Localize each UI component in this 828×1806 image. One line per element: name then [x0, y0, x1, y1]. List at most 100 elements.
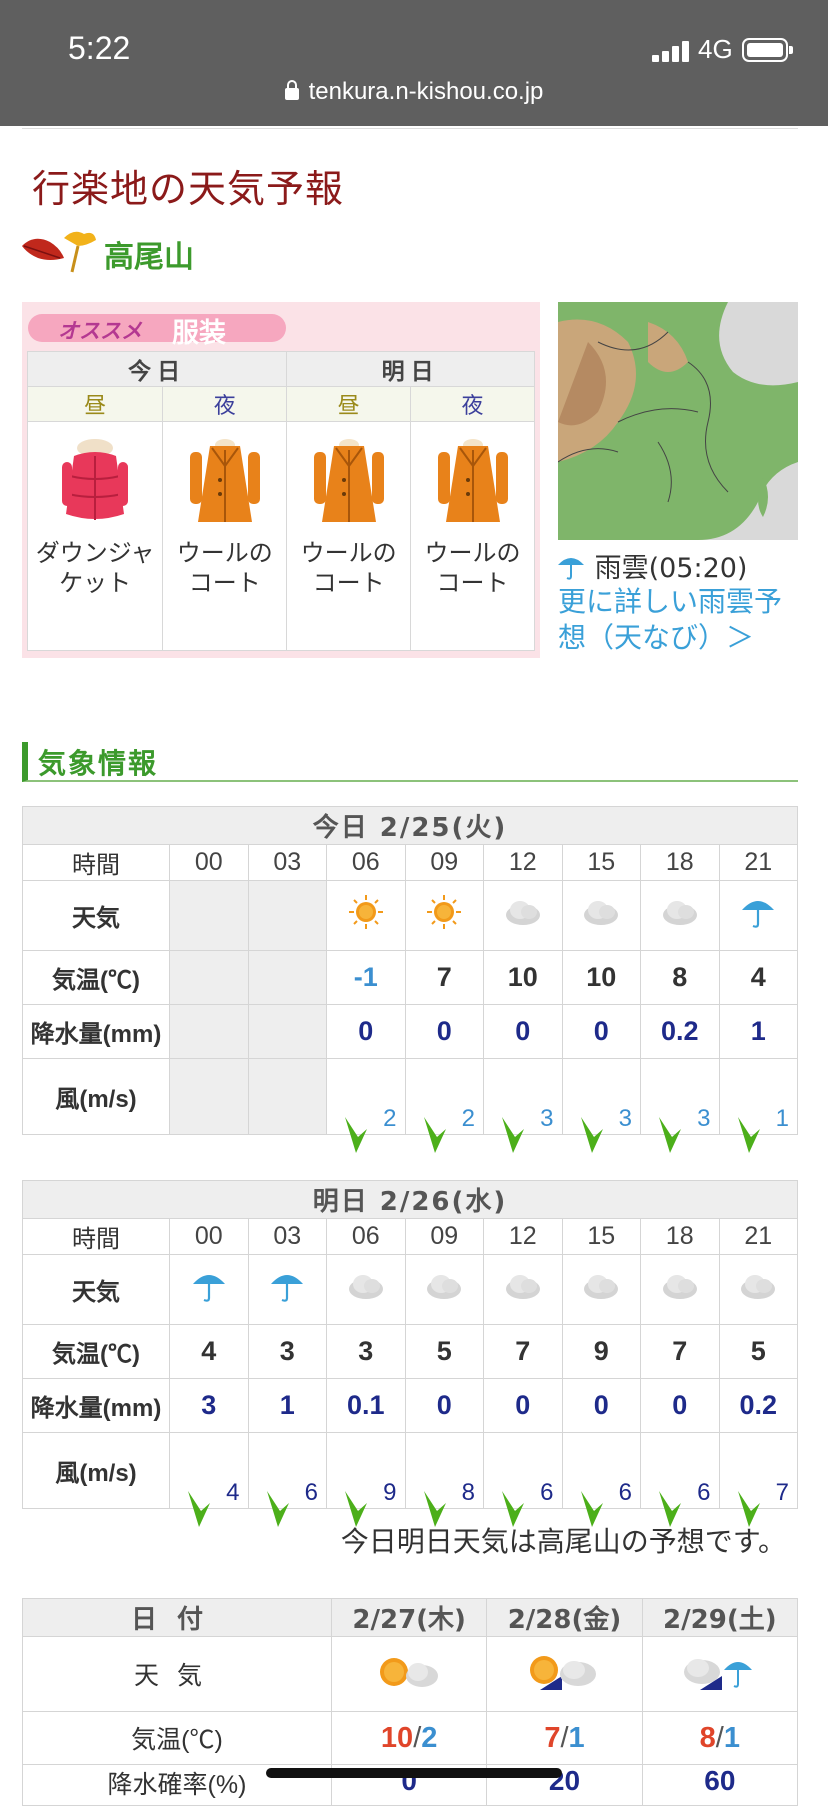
rain-radar-map[interactable] [558, 302, 798, 540]
cloud-icon [660, 901, 700, 933]
wind-cell: 6 [561, 1432, 641, 1527]
hour-cell: 09 [404, 1218, 484, 1255]
hour-cell: 00 [169, 844, 249, 881]
wind-cell: 9 [326, 1432, 406, 1527]
weather-cell [247, 1254, 327, 1325]
hour-cell: 03 [247, 844, 327, 881]
temperature-row: 気温(℃) -1 7 10 10 8 4 [22, 950, 798, 1005]
hour-cell: 21 [718, 844, 798, 881]
temperature-cell [169, 950, 249, 1005]
wind-cell: 6 [247, 1432, 327, 1527]
wind-speed: 6 [540, 1478, 554, 1506]
weather-cell [718, 1254, 798, 1325]
weather-cell [404, 1254, 484, 1325]
wind-speed: 6 [304, 1478, 318, 1506]
today-title: 今日 2/25(火) [22, 806, 798, 845]
divider [22, 128, 798, 129]
temperature-cell: 7 [483, 1324, 563, 1379]
temperature-row: 気温(℃) 4 3 3 5 7 9 7 5 [22, 1324, 798, 1379]
temperature-cell: 8 [640, 950, 720, 1005]
clothing-day-tomorrow: 明日 [286, 351, 535, 387]
home-indicator[interactable] [266, 1768, 562, 1778]
precipitation-row: 降水量(mm) 3 1 0.1 0 0 0 0 0.2 [22, 1378, 798, 1433]
wind-cell: 7 [718, 1432, 798, 1527]
clothing-label: ダウンジャケット [35, 539, 155, 597]
temperature-label: 気温(℃) [22, 950, 170, 1005]
weather-cell [640, 880, 720, 951]
section-title: 気象情報 [38, 747, 159, 780]
weekly-weather [486, 1636, 643, 1712]
wind-speed: 6 [697, 1478, 711, 1506]
hour-cell: 15 [561, 844, 641, 881]
hour-cell: 00 [169, 1218, 249, 1255]
wind-speed: 9 [383, 1478, 397, 1506]
temperature-cell: 3 [326, 1324, 406, 1379]
wind-cell [247, 1058, 327, 1135]
precipitation-cell: 0 [640, 1378, 720, 1433]
weekly-weather [330, 1636, 488, 1712]
precipitation-cell: 0 [404, 1378, 484, 1433]
cloud-icon [424, 1275, 464, 1307]
weather-cell [404, 880, 484, 951]
hour-cell: 18 [640, 1218, 720, 1255]
weather-cell [561, 1254, 641, 1325]
rain-forecast-link[interactable]: 更に詳しい雨雲予想（天なび）＞ [558, 584, 808, 656]
wind-cell: 6 [483, 1432, 563, 1527]
precipitation-cell [247, 1004, 327, 1059]
weather-cell [247, 880, 327, 951]
sun-then-cloud-icon [530, 1656, 597, 1690]
precipitation-cell: 0.2 [640, 1004, 720, 1059]
hour-cell: 12 [483, 1218, 563, 1255]
status-time: 5:22 [68, 30, 131, 66]
weekly-temp: 8/1 [641, 1711, 799, 1765]
weather-cell [169, 880, 249, 951]
weather-row: 天気 [22, 880, 798, 951]
wind-cell: 8 [404, 1432, 484, 1527]
weekly-weather [641, 1636, 799, 1712]
clothing-item: ウールのコート [162, 421, 288, 651]
wind-speed: 3 [618, 1104, 632, 1132]
temperature-label: 気温(℃) [22, 1711, 332, 1765]
wind-cell: 4 [169, 1432, 249, 1527]
clothing-label: ウールのコート [424, 539, 521, 597]
address-bar[interactable]: tenkura.n-kishou.co.jp [0, 78, 828, 106]
weather-cell [483, 880, 563, 951]
wind-cell: 3 [561, 1058, 641, 1153]
wind-label: 風(m/s) [22, 1058, 170, 1135]
precipitation-cell: 0 [483, 1004, 563, 1059]
hour-cell: 03 [247, 1218, 327, 1255]
temperature-cell: 9 [561, 1324, 641, 1379]
precipitation-cell: 3 [169, 1378, 249, 1433]
cloud-icon [660, 1275, 700, 1307]
temperature-cell: 3 [247, 1324, 327, 1379]
hour-cell: 21 [718, 1218, 798, 1255]
browser-top-bar: 5:22 4G tenkura.n-kishou.co.jp [0, 0, 828, 126]
clothing-item: ウールのコート [410, 421, 535, 651]
wind-speed: 2 [383, 1104, 397, 1132]
cloud-icon [346, 1275, 386, 1307]
wool-coat-icon [313, 439, 384, 522]
wind-speed: 1 [775, 1104, 789, 1132]
precipitation-cell: 1 [718, 1004, 798, 1059]
tomorrow-forecast-table: 明日 2/26(水) 時間 00 03 06 09 12 15 18 21 天気 気温(℃) 4 3… [22, 1180, 798, 1527]
clothing-item: ダウンジャケット [26, 421, 164, 651]
cloud-icon [738, 1275, 778, 1307]
weekly-temp: 7/1 [486, 1711, 643, 1765]
weekly-date: 2/29(土) [641, 1598, 799, 1637]
sun-icon [426, 895, 462, 936]
weekly-date: 2/28(金) [486, 1598, 643, 1637]
clothing-label: ウールのコート [176, 539, 273, 597]
cloud-icon [581, 901, 621, 933]
period-label: 昼 [286, 386, 412, 422]
hour-cell: 09 [404, 844, 484, 881]
rain-cloud-caption: 雨雲(05:20) [556, 546, 747, 585]
wind-row: 風(m/s) 4 6 9 8 6 6 6 7 [22, 1432, 798, 1527]
wind-speed: 3 [540, 1104, 554, 1132]
wind-speed: 4 [226, 1478, 240, 1506]
period-label: 昼 [26, 386, 164, 422]
temperature-cell: 4 [169, 1324, 249, 1379]
sun-then-cloud-icon [380, 1658, 439, 1687]
today-forecast-table: 今日 2/25(火) 時間 00 03 06 09 12 15 18 21 天気 気温(℃) -1… [22, 806, 798, 1153]
weather-cell [640, 1254, 720, 1325]
wind-cell: 3 [640, 1058, 720, 1153]
